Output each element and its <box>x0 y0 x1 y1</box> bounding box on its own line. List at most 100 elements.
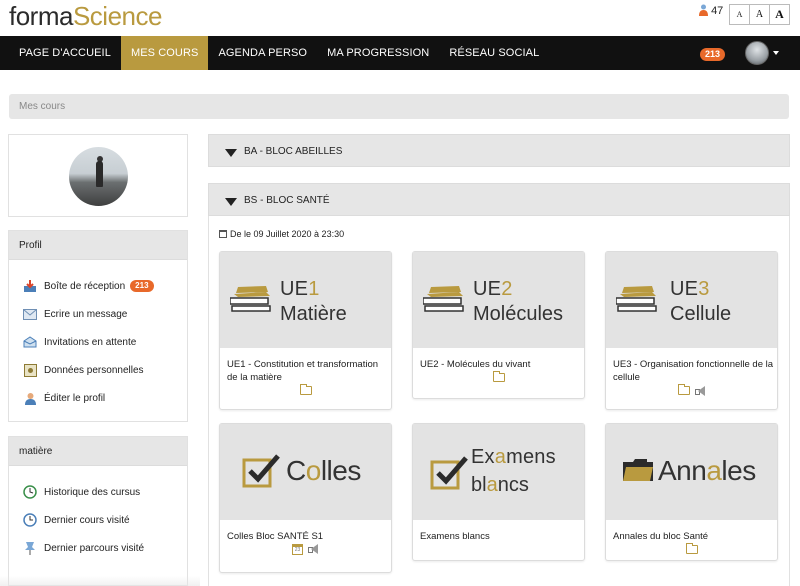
calendar-icon <box>219 230 227 238</box>
messages-badge[interactable]: 213 <box>700 48 726 61</box>
thumb-text: ncs <box>497 474 529 496</box>
history-label: Historique des cursus <box>44 486 141 498</box>
logo[interactable]: formaScience <box>9 0 162 32</box>
date-range-text: De le 09 Juillet 2020 à 23:30 <box>230 229 345 239</box>
course-thumbnail: UE2 Molécules <box>413 252 584 348</box>
block-sante[interactable]: BS - BLOC SANTÉ <box>208 183 790 216</box>
nav-progression[interactable]: MA PROGRESSION <box>317 36 439 70</box>
thumb-text: bl <box>471 474 487 496</box>
font-medium-button[interactable]: A <box>749 4 770 25</box>
profile-picture[interactable] <box>69 147 128 206</box>
nav-my-courses[interactable]: MES COURS <box>120 36 209 70</box>
user-avatar[interactable] <box>745 41 769 65</box>
course-title[interactable]: Examens blancs <box>420 530 580 543</box>
course-card-exams[interactable]: Examens blancs Examens blancs <box>412 423 585 561</box>
last-course-label: Dernier cours visité <box>44 514 130 526</box>
thumb-text-a: Ann <box>658 455 707 486</box>
triangle-down-icon <box>225 198 237 206</box>
folder-icon[interactable] <box>677 384 690 395</box>
nav-social[interactable]: RÉSEAU SOCIAL <box>439 36 549 70</box>
course-thumbnail: Annales <box>606 424 777 520</box>
edit-profile-label: Éditer le profil <box>44 392 106 404</box>
block-abeilles-label: BA - BLOC ABEILLES <box>244 146 343 157</box>
block-sante-label: BS - BLOC SANTÉ <box>244 195 330 206</box>
course-thumbnail: UE1 Matière <box>220 252 391 348</box>
thumb-word: Molécules <box>473 303 564 325</box>
invitation-icon <box>22 335 38 349</box>
megaphone-icon[interactable] <box>307 544 319 554</box>
nav-home[interactable]: PAGE D'ACCUEIL <box>0 36 121 70</box>
thumb-text-c: lles <box>320 455 362 486</box>
font-large-button[interactable]: A <box>769 4 790 25</box>
block-abeilles[interactable]: BA - BLOC ABEILLES <box>208 134 790 167</box>
thumb-text-a: C <box>286 455 306 486</box>
megaphone-icon[interactable] <box>694 386 706 396</box>
envelope-icon <box>22 307 38 321</box>
personal-data-icon <box>22 363 38 377</box>
sidebar-item-inbox[interactable]: Boîte de réception 213 <box>22 277 154 295</box>
course-card-colles[interactable]: Colles Colles Bloc SANTÉ S1 23 <box>219 423 392 573</box>
folder-icon[interactable] <box>299 384 312 395</box>
calendar-icon[interactable]: 23 <box>292 544 303 555</box>
course-title[interactable]: Colles Bloc SANTÉ S1 <box>227 530 387 543</box>
font-small-button[interactable]: A <box>729 4 750 25</box>
breadcrumb[interactable]: Mes cours <box>9 94 789 119</box>
nav-agenda[interactable]: AGENDA PERSO <box>208 36 317 70</box>
thumb-number: 3 <box>698 278 710 300</box>
course-card-ue1[interactable]: UE1 Matière UE1 - Constitution et transf… <box>219 251 392 410</box>
notifications[interactable]: 47 <box>699 4 723 17</box>
thumb-number: 2 <box>501 278 513 300</box>
books-icon <box>423 286 464 312</box>
course-card-ue2[interactable]: UE2 Molécules UE2 - Molécules du vivant <box>412 251 585 399</box>
sidebar-item-write-message[interactable]: Ecrire un message <box>22 305 127 323</box>
course-thumbnail: Examens blancs <box>413 424 584 520</box>
date-range: De le 09 Juillet 2020 à 23:30 <box>219 229 344 239</box>
sidebar-item-edit-profile[interactable]: Éditer le profil <box>22 389 105 407</box>
personal-data-label: Données personnelles <box>44 364 144 376</box>
write-message-label: Ecrire un message <box>44 308 128 320</box>
folder-icon[interactable] <box>685 543 698 554</box>
sidebar-item-last-course[interactable]: Dernier cours visité <box>22 511 130 529</box>
course-card-ue3[interactable]: UE3 Cellule UE3 - Organisation fonctionn… <box>605 251 778 410</box>
main-nav: PAGE D'ACCUEIL MES COURS AGENDA PERSO MA… <box>0 36 800 70</box>
sidebar-item-last-path[interactable]: Dernier parcours visité <box>22 539 144 557</box>
books-icon <box>230 286 271 312</box>
thumb-word: Matière <box>280 303 347 325</box>
chevron-down-icon[interactable] <box>773 51 779 55</box>
thumb-text: a <box>486 474 498 496</box>
course-title[interactable]: UE3 - Organisation fonctionnelle de la c… <box>613 358 773 384</box>
profile-panel: Profil Boîte de réception 213 Ecrire un … <box>8 230 188 422</box>
sidebar-item-personal-data[interactable]: Données personnelles <box>22 361 144 379</box>
books-icon <box>616 286 657 312</box>
checkbox-icon <box>242 454 280 488</box>
sidebar-item-invitations[interactable]: Invitations en attente <box>22 333 136 351</box>
user-notification-icon <box>699 4 708 16</box>
thumb-prefix: UE <box>280 278 309 300</box>
subject-panel: matière Historique des cursus Dernier co… <box>8 436 188 586</box>
history-icon <box>22 485 38 499</box>
folder-thumb-icon <box>623 459 653 481</box>
course-title[interactable]: UE1 - Constitution et transformation de … <box>227 358 387 384</box>
logo-part-1: forma <box>9 1 73 31</box>
course-title[interactable]: UE2 - Molécules du vivant <box>420 358 580 371</box>
notifications-count: 47 <box>711 5 724 17</box>
course-card-annales[interactable]: Annales Annales du bloc Santé <box>605 423 778 561</box>
thumb-prefix: UE <box>473 278 502 300</box>
invitations-label: Invitations en attente <box>44 336 137 348</box>
sidebar-item-history[interactable]: Historique des cursus <box>22 483 140 501</box>
checkbox-icon <box>430 456 468 490</box>
inbox-icon <box>22 279 38 293</box>
bottom-fade <box>0 576 200 586</box>
top-bar: formaScience 47 A A A <box>0 0 800 36</box>
last-path-label: Dernier parcours visité <box>44 542 145 554</box>
font-size-controls: A A A <box>729 4 790 25</box>
logo-part-2: Science <box>72 1 163 31</box>
thumb-text: Ex <box>471 446 495 468</box>
inbox-count: 213 <box>130 280 154 292</box>
folder-icon[interactable] <box>492 371 505 382</box>
thumb-text-b: a <box>706 455 722 486</box>
course-title[interactable]: Annales du bloc Santé <box>613 530 773 543</box>
thumb-text-b: o <box>305 455 322 486</box>
course-thumbnail: Colles <box>220 424 391 520</box>
clock-icon <box>22 513 38 527</box>
